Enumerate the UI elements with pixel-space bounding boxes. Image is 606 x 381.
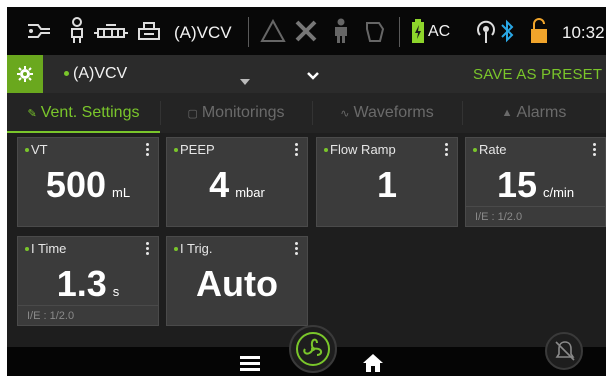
param-unit: s [112, 284, 120, 299]
divider [248, 17, 249, 47]
tab-label: Waveforms [353, 104, 434, 121]
ie-ratio: I/E : 1/2.0 [18, 305, 158, 325]
param-number: 500 [45, 164, 106, 205]
param-number: 15 [496, 164, 537, 205]
preset-bar: (A)VCV SAVE AS PRESET [7, 55, 606, 93]
status-dot [324, 148, 328, 152]
param-label: I Trig. [180, 241, 213, 256]
status-dot [25, 247, 29, 251]
tab-alarms[interactable]: ▲ Alarms [462, 93, 606, 133]
param-label: VT [31, 142, 48, 157]
battery-icon [411, 17, 425, 45]
param-tile-flow-ramp[interactable]: Flow Ramp 1 [316, 137, 458, 227]
home-icon[interactable] [363, 354, 383, 376]
caret-down-icon[interactable] [240, 72, 250, 90]
param-number: 1.3 [56, 263, 107, 304]
status-bar: (A)VCV AC 10:32 [7, 7, 606, 55]
wrench-icon: ✎ [27, 107, 37, 120]
tab-label: Monitorings [201, 104, 285, 121]
mask-icon [362, 17, 388, 45]
more-options-icon[interactable] [593, 143, 597, 158]
more-options-icon[interactable] [295, 143, 299, 158]
status-dot [174, 148, 178, 152]
tab-bar: ✎ Vent. Settings ▢ Monitorings ∿ Wavefor… [7, 93, 606, 133]
status-dot [473, 148, 477, 152]
param-label: Flow Ramp [330, 142, 396, 157]
preset-indicator-dot [64, 71, 69, 76]
param-unit: mL [112, 185, 131, 200]
param-number: 1 [376, 164, 398, 205]
more-options-icon[interactable] [295, 242, 299, 257]
tab-label: Vent. Settings [40, 104, 140, 121]
network-icon [474, 17, 498, 45]
bluetooth-icon [500, 17, 514, 45]
bell-icon: ▲ [501, 107, 513, 119]
param-value: 1 [317, 164, 457, 206]
settings-button[interactable] [7, 55, 43, 93]
power-source: AC [428, 23, 451, 40]
tab-waveforms[interactable]: ∿ Waveforms [312, 93, 462, 133]
more-options-icon[interactable] [146, 143, 150, 158]
tab-vent-settings[interactable]: ✎ Vent. Settings [7, 93, 160, 133]
alarm-silenced-icon [555, 341, 575, 361]
preset-mode-select[interactable]: (A)VCV [73, 65, 127, 83]
monitor-icon: ▢ [187, 107, 198, 120]
param-label: Rate [479, 142, 507, 157]
ventilation-mode: (A)VCV [174, 23, 232, 42]
param-tile-rate[interactable]: Rate 15 c/min I/E : 1/2.0 [465, 137, 606, 227]
fan-icon [296, 332, 330, 366]
clock: 10:32 [562, 23, 605, 42]
param-tile-i-time[interactable]: I Time 1.3 s I/E : 1/2.0 [17, 236, 159, 326]
tab-monitorings[interactable]: ▢ Monitorings [160, 93, 312, 133]
param-value: 1.3 s [18, 263, 158, 305]
tools-icon[interactable] [292, 17, 320, 45]
ventilator-screen: (A)VCV AC 10:32 (A)VCV SAVE AS PRESET ✎ … [7, 7, 606, 376]
param-number: Auto [196, 263, 278, 304]
save-as-preset-button[interactable]: SAVE AS PRESET [473, 66, 602, 83]
param-unit: c/min [542, 185, 575, 200]
active-tab-indicator [7, 131, 160, 133]
param-value: Auto [167, 263, 307, 305]
param-tile-vt[interactable]: VT 500 mL [17, 137, 159, 227]
divider [399, 17, 400, 47]
param-label: I Time [31, 241, 67, 256]
param-value: 15 c/min [466, 164, 605, 206]
menu-icon[interactable] [240, 355, 260, 376]
param-tile-peep[interactable]: PEEP 4 mbar [166, 137, 308, 227]
ventilation-start-button[interactable] [289, 325, 337, 373]
param-tile-i-trig[interactable]: I Trig. Auto [166, 236, 308, 326]
humidifier-icon [135, 17, 163, 45]
connection-icon [25, 17, 53, 45]
alarm-silence-button[interactable] [545, 332, 583, 370]
waveform-icon: ∿ [340, 107, 350, 120]
patient-icon [69, 17, 85, 45]
ie-ratio: I/E : 1/2.0 [466, 206, 605, 226]
status-dot [174, 247, 178, 251]
status-dot [25, 148, 29, 152]
param-unit: mbar [235, 185, 265, 200]
chevron-down-icon[interactable] [307, 68, 319, 86]
more-options-icon[interactable] [146, 242, 150, 257]
param-value: 500 mL [18, 164, 158, 206]
gear-icon [17, 66, 33, 82]
alarm-triangle-icon [260, 17, 286, 45]
param-label: PEEP [180, 142, 215, 157]
tab-label: Alarms [516, 104, 567, 121]
more-options-icon[interactable] [445, 143, 449, 158]
circuit-icon [92, 17, 130, 45]
lock-icon[interactable] [530, 17, 548, 45]
param-value: 4 mbar [167, 164, 307, 206]
param-number: 4 [209, 164, 230, 205]
person-icon [331, 17, 351, 45]
